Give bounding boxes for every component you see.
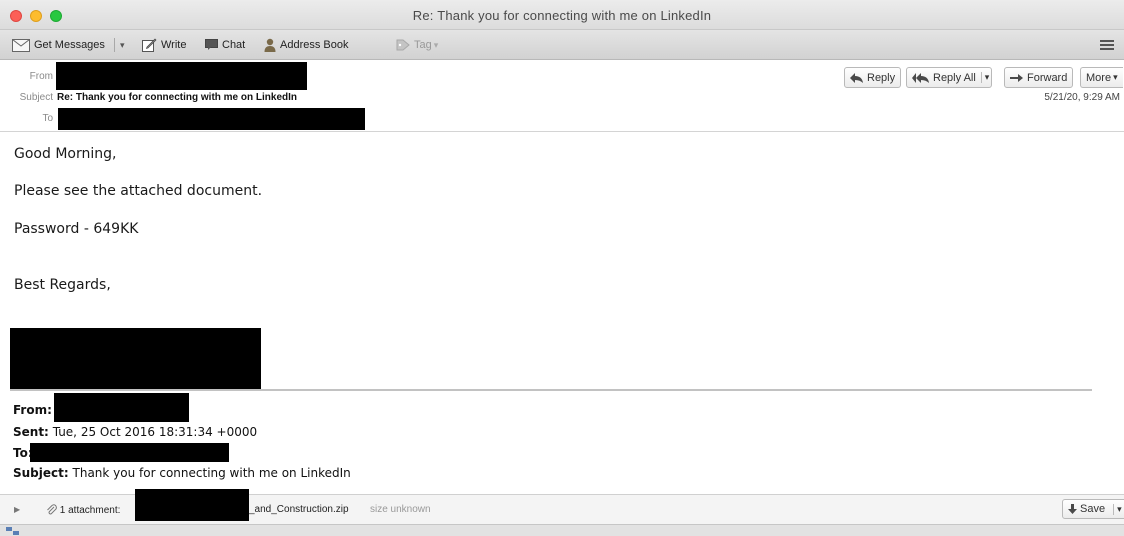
network-status-icon <box>6 527 19 535</box>
app-menu-button[interactable] <box>1100 38 1114 56</box>
person-icon <box>264 38 276 52</box>
reply-button[interactable]: Reply <box>844 67 902 88</box>
triangle-right-icon: ▶ <box>14 505 21 514</box>
forward-label: Forward <box>1027 71 1068 84</box>
quoted-sent: Sent: Tue, 25 Oct 2016 18:31:34 +0000 <box>13 425 257 439</box>
chevron-down-icon[interactable]: ▾ <box>1113 503 1122 515</box>
redacted-filename-prefix <box>135 489 249 521</box>
redacted-signature <box>10 328 261 390</box>
redacted-sender <box>56 62 307 90</box>
window-title: Re: Thank you for connecting with me on … <box>412 8 712 23</box>
chevron-down-icon: ▾ <box>120 39 125 50</box>
main-toolbar: Get Messages ▾ Write Chat Address Book T… <box>0 30 1124 60</box>
subject-label: Subject <box>19 92 53 103</box>
attachment-size: size unknown <box>370 504 431 515</box>
tag-icon <box>396 39 410 51</box>
quoted-subject-value: Thank you for connecting with me on Link… <box>72 466 351 480</box>
to-label: To <box>42 113 53 124</box>
chevron-down-icon[interactable]: ▾ <box>980 72 989 83</box>
expand-attachments-toggle[interactable]: ▶ <box>14 505 20 514</box>
message-header: From Subject Re: Thank you for connectin… <box>0 61 1124 132</box>
tag-label: Tag <box>414 39 432 51</box>
download-arrow-icon <box>1068 504 1077 514</box>
body-password: Password - 649KK <box>14 221 139 237</box>
body-greeting: Good Morning, <box>14 146 117 162</box>
quoted-sent-label: Sent: <box>13 425 49 439</box>
envelope-icon <box>12 38 30 52</box>
get-messages-button[interactable]: Get Messages <box>12 36 105 54</box>
reply-label: Reply <box>867 71 896 84</box>
title-bar: Re: Thank you for connecting with me on … <box>0 0 1124 30</box>
quoted-subject-label: Subject: <box>13 466 69 480</box>
redacted-quoted-sender <box>54 393 189 422</box>
quoted-from-label: From: <box>13 403 52 417</box>
body-signoff: Best Regards, <box>14 277 111 293</box>
redacted-recipient <box>58 108 365 130</box>
compose-icon <box>142 38 157 52</box>
from-label: From <box>29 71 53 82</box>
get-messages-dropdown[interactable]: ▾ <box>120 36 125 54</box>
address-book-label: Address Book <box>280 39 349 51</box>
paperclip-icon <box>47 504 57 515</box>
quoted-subject: Subject: Thank you for connecting with m… <box>13 466 351 480</box>
more-button[interactable]: More ▾ <box>1080 67 1123 88</box>
reply-all-label: Reply All <box>933 71 976 84</box>
quoted-from: From: <box>13 403 52 417</box>
status-bar <box>0 524 1124 536</box>
attachment-bar: ▶ 1 attachment: _and_Construction.zip si… <box>0 489 1124 524</box>
attachment-summary[interactable]: 1 attachment: <box>46 504 120 516</box>
reply-all-button[interactable]: Reply All ▾ <box>906 67 993 88</box>
forward-button[interactable]: Forward <box>1004 67 1074 88</box>
reply-all-arrow-icon <box>912 72 929 83</box>
more-label: More <box>1086 71 1112 84</box>
reply-arrow-icon <box>850 72 863 83</box>
subject-value: Re: Thank you for connecting with me on … <box>57 92 298 103</box>
attachment-filename[interactable]: _and_Construction.zip <box>249 504 349 515</box>
address-book-button[interactable]: Address Book <box>264 36 348 54</box>
get-messages-label: Get Messages <box>34 39 105 51</box>
forward-arrow-icon <box>1010 73 1023 82</box>
chevron-down-icon: ▾ <box>1113 72 1118 82</box>
write-label: Write <box>161 39 187 51</box>
chat-button[interactable]: Chat <box>205 36 245 54</box>
quote-divider <box>10 389 1092 391</box>
chat-label: Chat <box>222 39 246 51</box>
save-attachment-button[interactable]: Save ▾ <box>1062 499 1124 519</box>
toolbar-separator <box>114 38 115 52</box>
save-label: Save <box>1080 503 1106 515</box>
hamburger-menu-icon <box>1100 40 1114 50</box>
chat-icon <box>205 39 218 50</box>
message-date: 5/21/20, 9:29 AM <box>1044 92 1120 103</box>
quoted-sent-value: Tue, 25 Oct 2016 18:31:34 +0000 <box>52 425 258 439</box>
write-button[interactable]: Write <box>142 36 186 54</box>
redacted-quoted-recipient <box>30 443 229 462</box>
body-line-attached: Please see the attached document. <box>14 183 263 199</box>
tag-button[interactable]: Tag ▾ <box>396 36 438 54</box>
chevron-down-icon: ▾ <box>433 39 439 50</box>
attachment-count: 1 attachment: <box>59 505 121 516</box>
